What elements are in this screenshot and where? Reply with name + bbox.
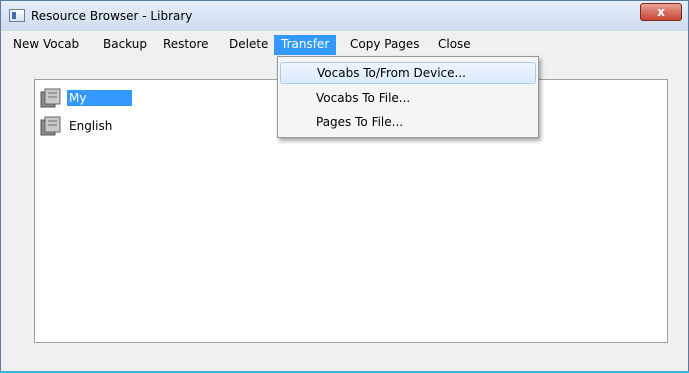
close-window-button[interactable]: x [640,3,682,21]
menu-delete[interactable]: Delete [222,35,275,55]
tree-item-label: English [69,119,113,133]
menu-item-pages-to-file[interactable]: Pages To File... [280,111,536,133]
menu-new-vocab[interactable]: New Vocab [6,35,86,55]
folder-stack-icon [40,116,61,136]
menu-bar: New Vocab Backup Restore Delete Transfer… [1,31,688,57]
menu-copy-pages[interactable]: Copy Pages [343,35,427,55]
transfer-dropdown-menu: Vocabs To/From Device... Vocabs To File.… [277,56,539,138]
app-icon [9,9,25,22]
title-bar[interactable]: Resource Browser - Library x [1,1,688,31]
menu-close[interactable]: Close [431,35,478,55]
menu-transfer[interactable]: Transfer [274,35,337,55]
tree-item-label: My Resources [67,90,133,121]
resource-browser-window: Resource Browser - Library x New Vocab B… [0,0,689,373]
menu-restore[interactable]: Restore [156,35,216,55]
menu-backup[interactable]: Backup [96,35,154,55]
folder-stack-icon [40,88,61,108]
menu-item-vocabs-to-file[interactable]: Vocabs To File... [280,87,536,109]
close-icon: x [657,5,665,19]
window-title: Resource Browser - Library [31,9,193,23]
menu-item-vocabs-to-from-device[interactable]: Vocabs To/From Device... [280,62,536,84]
